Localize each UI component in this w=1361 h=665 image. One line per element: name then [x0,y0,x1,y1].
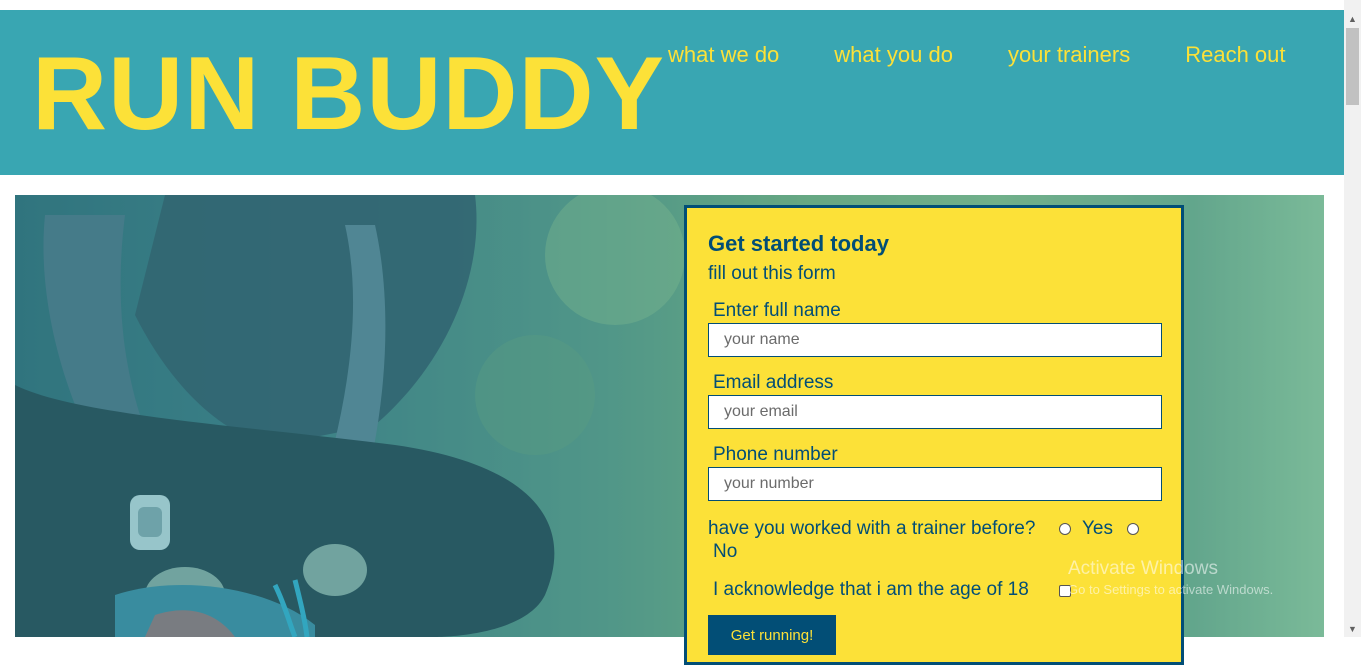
get-running-button[interactable]: Get running! [708,615,836,655]
scroll-thumb[interactable] [1346,28,1359,105]
top-strip [0,0,1344,10]
trainer-no-radio[interactable] [1127,523,1139,535]
trainer-yes-radio[interactable] [1059,523,1071,535]
form-title: Get started today [708,231,889,256]
vertical-scrollbar[interactable]: ▲ ▼ [1344,0,1361,637]
site-header: RUN BUDDY what we do what you do your tr… [0,10,1344,175]
watermark-subtitle: Go to Settings to activate Windows. [1068,582,1274,597]
phone-input[interactable] [708,467,1162,501]
site-logo: RUN BUDDY [32,36,665,152]
nav-link-what-we-do[interactable]: what we do [668,42,779,68]
phone-label: Phone number [713,444,838,465]
email-label: Email address [713,372,834,393]
scroll-down-arrow-icon[interactable]: ▼ [1344,620,1361,637]
nav-link-reach-out[interactable]: Reach out [1185,42,1285,68]
watermark-title: Activate Windows [1068,558,1218,579]
nav-link-what-you-do[interactable]: what you do [834,42,953,68]
name-input[interactable] [708,323,1162,357]
form-subtitle: fill out this form [708,263,836,284]
trainer-yes-label: Yes [1082,518,1113,539]
nav-link-your-trainers[interactable]: your trainers [1008,42,1130,68]
trainer-no-label: No [713,541,738,562]
main-nav: what we do what you do your trainers Rea… [668,42,1286,68]
email-input[interactable] [708,395,1162,429]
scroll-up-arrow-icon[interactable]: ▲ [1344,10,1361,27]
age-acknowledge-label: I acknowledge that i am the age of 18 [713,579,1029,600]
activate-windows-watermark: Activate Windows Go to Settings to activ… [1068,558,1273,597]
name-label: Enter full name [713,300,841,321]
trainer-question: have you worked with a trainer before? [708,518,1036,539]
